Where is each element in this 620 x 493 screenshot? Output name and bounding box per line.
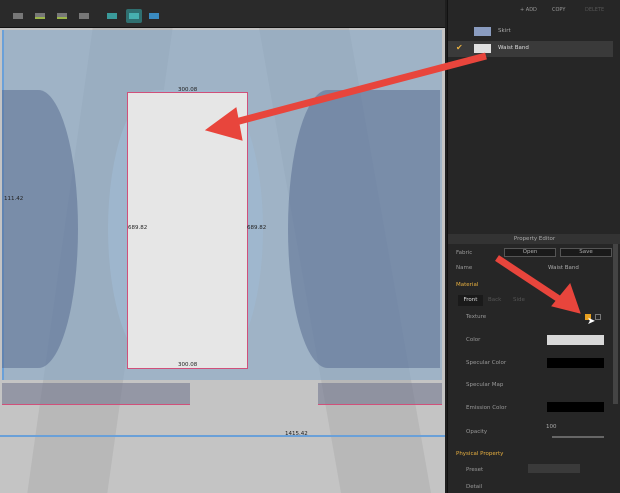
arrow-to-piece	[204, 52, 487, 141]
arrow-to-texture	[495, 255, 581, 314]
annotation-arrows	[204, 52, 581, 314]
